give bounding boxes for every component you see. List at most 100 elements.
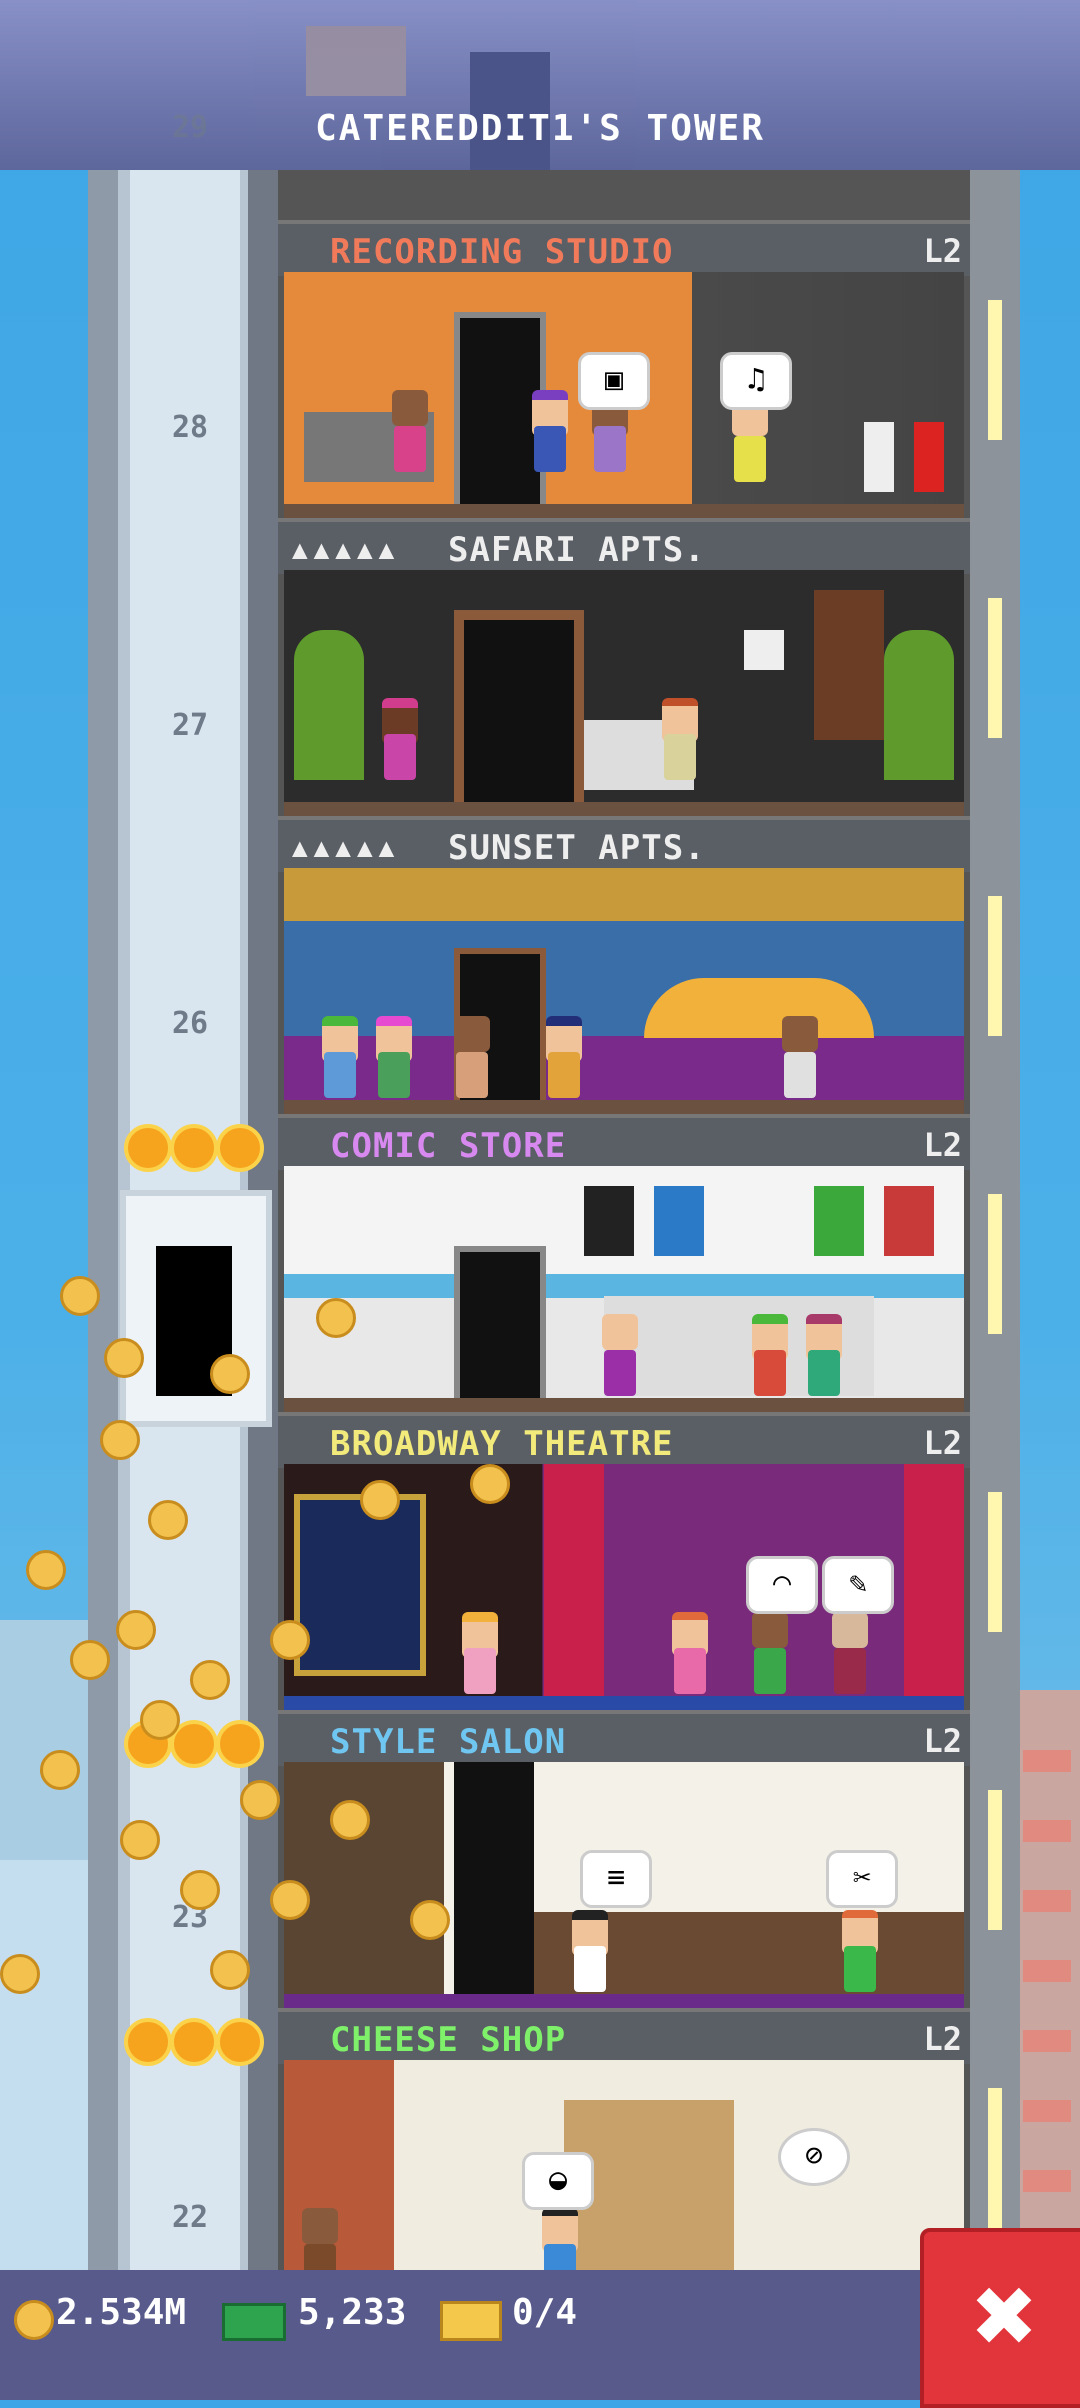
resident-slots: ▲▲▲▲▲: [292, 535, 401, 565]
bitizen[interactable]: [568, 1910, 612, 1992]
falling-coin-icon: [120, 1820, 160, 1860]
bitizen[interactable]: [728, 400, 772, 482]
elevator-rail-left: [88, 170, 118, 2270]
speech-bubble[interactable]: ◒: [522, 2152, 594, 2210]
stage-curtain: [904, 1464, 964, 1704]
room-doorway: [454, 610, 584, 820]
falling-coin-icon: [240, 1780, 280, 1820]
bitizen[interactable]: [318, 1016, 362, 1098]
floor-number-22: 22: [171, 2200, 209, 2235]
bitizen[interactable]: [528, 390, 572, 472]
speech-bubble[interactable]: ⊘: [778, 2128, 850, 2186]
falling-coin-icon: [140, 1700, 180, 1740]
bitizen[interactable]: [450, 1016, 494, 1098]
floor-recording-studio[interactable]: RECORDING STUDIO L2 ▣ ♫: [278, 220, 970, 518]
bonus-coin-icon[interactable]: [216, 1720, 264, 1768]
theatre-poster: [294, 1494, 426, 1676]
guitar-icon: [914, 422, 944, 492]
wooden-shutters: [814, 590, 884, 740]
floor-banner: STYLE SALON L2: [278, 1710, 970, 1766]
falling-coin-icon: [470, 1464, 510, 1504]
speech-bubble[interactable]: ≡: [580, 1850, 652, 1908]
falling-coin-icon: [100, 1420, 140, 1460]
speech-bubble[interactable]: ♫: [720, 352, 792, 410]
bonus-coin-icon[interactable]: [216, 2018, 264, 2066]
coin-icon: [14, 2300, 54, 2340]
floor-ground: [284, 1994, 964, 2008]
floor-banner: RECORDING STUDIO L2: [278, 220, 970, 276]
bitizen[interactable]: [378, 698, 422, 780]
floor-ground: [284, 802, 964, 816]
bitizen[interactable]: [458, 1612, 502, 1694]
bonus-coin-icon[interactable]: [124, 2018, 172, 2066]
floor-sunset-apts[interactable]: ▲▲▲▲▲ SUNSET APTS.: [278, 816, 970, 1114]
floor-ground: [284, 1398, 964, 1412]
floor-name: CHEESE SHOP: [330, 2020, 567, 2060]
bitizen[interactable]: [598, 1314, 642, 1396]
falling-coin-icon: [270, 1620, 310, 1660]
falling-coin-icon: [148, 1500, 188, 1540]
sunset-sun: [644, 978, 874, 1038]
falling-coin-icon: [210, 1950, 250, 1990]
speech-bubble[interactable]: ▣: [578, 352, 650, 410]
falling-coin-icon: [180, 1870, 220, 1910]
falling-coin-icon: [410, 1900, 450, 1940]
floor-ground: [284, 1100, 964, 1114]
floor-level-badge: L2: [923, 232, 962, 270]
elevator-car[interactable]: [120, 1190, 272, 1427]
salon-shelf: [284, 1762, 444, 2002]
bitizen[interactable]: [778, 1016, 822, 1098]
bitizen[interactable]: [668, 1612, 712, 1694]
bitizen[interactable]: [748, 1314, 792, 1396]
bonus-coin-icon[interactable]: [216, 1124, 264, 1172]
bux-balance: 5,233: [298, 2292, 407, 2333]
ticket-icon: [440, 2301, 502, 2341]
bonus-coin-icon[interactable]: [170, 2018, 218, 2066]
floor-level-badge: L2: [923, 1424, 962, 1462]
bitizen[interactable]: [828, 1612, 872, 1694]
falling-coin-icon: [210, 1354, 250, 1394]
floor-level-badge: L2: [923, 1722, 962, 1760]
floor-safari-apts[interactable]: ▲▲▲▲▲ SAFARI APTS.: [278, 518, 970, 820]
coin-balance: 2.534M: [56, 2292, 187, 2333]
falling-coin-icon: [190, 1660, 230, 1700]
bitizen[interactable]: [388, 390, 432, 472]
falling-coin-icon: [116, 1610, 156, 1650]
bitizen[interactable]: [838, 1910, 882, 1992]
tower-pillar-right: [970, 170, 1020, 2270]
floor-name: SAFARI APTS.: [448, 530, 706, 570]
bitizen[interactable]: [658, 698, 702, 780]
floor-style-salon[interactable]: STYLE SALON L2 ≡ ✂: [278, 1710, 970, 2008]
bitizen[interactable]: [748, 1612, 792, 1694]
floor-name: STYLE SALON: [330, 1722, 567, 1762]
room-doorway: [454, 1246, 546, 1408]
speech-bubble[interactable]: ✎: [822, 1556, 894, 1614]
falling-coin-icon: [270, 1880, 310, 1920]
floor-ground: [284, 504, 964, 518]
floor-broadway-theatre[interactable]: BROADWAY THEATRE L2 ◠ ✎: [278, 1412, 970, 1710]
comic-poster: [884, 1186, 934, 1256]
header-decoration: [306, 26, 406, 96]
bitizen[interactable]: [372, 1016, 416, 1098]
bux-icon: [222, 2303, 286, 2341]
falling-coin-icon: [316, 1298, 356, 1338]
floor-comic-store[interactable]: COMIC STORE L2: [278, 1114, 970, 1412]
bitizen[interactable]: [802, 1314, 846, 1396]
palm-plant: [294, 630, 364, 780]
floor-cheese-shop[interactable]: CHEESE SHOP L2 ◒ ⊘: [278, 2008, 970, 2306]
tower-title: CATEREDDIT1'S TOWER: [315, 108, 765, 149]
floor-number-27: 27: [171, 708, 209, 743]
guitar-icon: [864, 422, 894, 492]
falling-coin-icon: [60, 1276, 100, 1316]
stage-curtain: [544, 1464, 604, 1704]
bitizen[interactable]: [542, 1016, 586, 1098]
floor-name: SUNSET APTS.: [448, 828, 706, 868]
bonus-coin-icon[interactable]: [124, 1124, 172, 1172]
falling-coin-icon: [40, 1750, 80, 1790]
speech-bubble[interactable]: ✂: [826, 1850, 898, 1908]
floor-ground: [284, 1696, 964, 1710]
speech-bubble[interactable]: ◠: [746, 1556, 818, 1614]
floor-banner: COMIC STORE L2: [278, 1114, 970, 1170]
bonus-coin-icon[interactable]: [170, 1124, 218, 1172]
close-button[interactable]: ✖: [920, 2228, 1080, 2408]
